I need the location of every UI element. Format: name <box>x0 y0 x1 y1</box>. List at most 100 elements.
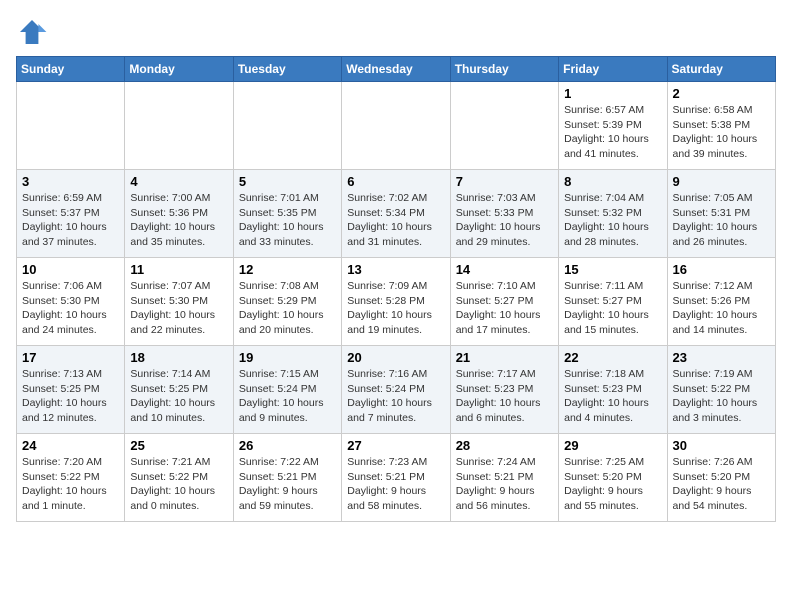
calendar-cell: 16 Sunrise: 7:12 AM Sunset: 5:26 PM Dayli… <box>667 258 775 346</box>
day-info: Sunrise: 7:03 AM Sunset: 5:33 PM Dayligh… <box>456 191 553 250</box>
week-row-5: 24Sunrise: 7:20 AM Sunset: 5:22 PM Dayli… <box>17 434 776 522</box>
day-info: Sunrise: 7:23 AM Sunset: 5:21 PM Dayligh… <box>347 455 444 514</box>
day-number: 24 <box>22 438 119 453</box>
calendar-cell: 24Sunrise: 7:20 AM Sunset: 5:22 PM Dayli… <box>17 434 125 522</box>
day-number: 13 <box>347 262 444 277</box>
day-number: 20 <box>347 350 444 365</box>
calendar-cell: 12 Sunrise: 7:08 AM Sunset: 5:29 PM Dayli… <box>233 258 341 346</box>
day-info: Sunrise: 7:02 AM Sunset: 5:34 PM Dayligh… <box>347 191 444 250</box>
day-number: 30 <box>673 438 770 453</box>
day-header-friday: Friday <box>559 57 667 82</box>
day-info: Sunrise: 7:15 AM Sunset: 5:24 PM Dayligh… <box>239 367 336 426</box>
calendar-cell: 8 Sunrise: 7:04 AM Sunset: 5:32 PM Daylig… <box>559 170 667 258</box>
day-number: 23 <box>673 350 770 365</box>
calendar-cell: 9 Sunrise: 7:05 AM Sunset: 5:31 PM Daylig… <box>667 170 775 258</box>
calendar-cell: 5 Sunrise: 7:01 AM Sunset: 5:35 PM Daylig… <box>233 170 341 258</box>
calendar-cell: 6 Sunrise: 7:02 AM Sunset: 5:34 PM Daylig… <box>342 170 450 258</box>
calendar-cell: 19 Sunrise: 7:15 AM Sunset: 5:24 PM Dayli… <box>233 346 341 434</box>
day-info: Sunrise: 7:16 AM Sunset: 5:24 PM Dayligh… <box>347 367 444 426</box>
day-info: Sunrise: 7:09 AM Sunset: 5:28 PM Dayligh… <box>347 279 444 338</box>
day-info: Sunrise: 7:06 AM Sunset: 5:30 PM Dayligh… <box>22 279 119 338</box>
calendar-cell <box>450 82 558 170</box>
day-number: 1 <box>564 86 661 101</box>
day-number: 9 <box>673 174 770 189</box>
day-header-tuesday: Tuesday <box>233 57 341 82</box>
day-number: 8 <box>564 174 661 189</box>
day-info: Sunrise: 7:26 AM Sunset: 5:20 PM Dayligh… <box>673 455 770 514</box>
day-number: 26 <box>239 438 336 453</box>
day-info: Sunrise: 7:04 AM Sunset: 5:32 PM Dayligh… <box>564 191 661 250</box>
calendar-cell: 26 Sunrise: 7:22 AM Sunset: 5:21 PM Dayli… <box>233 434 341 522</box>
calendar-cell: 4 Sunrise: 7:00 AM Sunset: 5:36 PM Daylig… <box>125 170 233 258</box>
day-number: 10 <box>22 262 119 277</box>
calendar-cell: 13 Sunrise: 7:09 AM Sunset: 5:28 PM Dayli… <box>342 258 450 346</box>
day-number: 4 <box>130 174 227 189</box>
day-info: Sunrise: 7:11 AM Sunset: 5:27 PM Dayligh… <box>564 279 661 338</box>
day-number: 16 <box>673 262 770 277</box>
calendar-cell: 15 Sunrise: 7:11 AM Sunset: 5:27 PM Dayli… <box>559 258 667 346</box>
calendar-cell: 22 Sunrise: 7:18 AM Sunset: 5:23 PM Dayli… <box>559 346 667 434</box>
calendar-cell: 1 Sunrise: 6:57 AM Sunset: 5:39 PM Daylig… <box>559 82 667 170</box>
day-header-sunday: Sunday <box>17 57 125 82</box>
day-info: Sunrise: 7:14 AM Sunset: 5:25 PM Dayligh… <box>130 367 227 426</box>
day-header-wednesday: Wednesday <box>342 57 450 82</box>
calendar-cell: 11 Sunrise: 7:07 AM Sunset: 5:30 PM Dayli… <box>125 258 233 346</box>
day-info: Sunrise: 7:05 AM Sunset: 5:31 PM Dayligh… <box>673 191 770 250</box>
day-number: 25 <box>130 438 227 453</box>
calendar-cell: 25Sunrise: 7:21 AM Sunset: 5:22 PM Dayli… <box>125 434 233 522</box>
day-info: Sunrise: 7:19 AM Sunset: 5:22 PM Dayligh… <box>673 367 770 426</box>
logo-icon <box>16 16 48 48</box>
day-number: 15 <box>564 262 661 277</box>
day-number: 21 <box>456 350 553 365</box>
calendar-header-row: SundayMondayTuesdayWednesdayThursdayFrid… <box>17 57 776 82</box>
calendar-cell: 14 Sunrise: 7:10 AM Sunset: 5:27 PM Dayli… <box>450 258 558 346</box>
day-number: 18 <box>130 350 227 365</box>
day-number: 7 <box>456 174 553 189</box>
day-number: 19 <box>239 350 336 365</box>
calendar-cell: 27 Sunrise: 7:23 AM Sunset: 5:21 PM Dayli… <box>342 434 450 522</box>
logo <box>16 16 52 48</box>
calendar-cell <box>17 82 125 170</box>
day-header-saturday: Saturday <box>667 57 775 82</box>
day-info: Sunrise: 7:22 AM Sunset: 5:21 PM Dayligh… <box>239 455 336 514</box>
day-number: 5 <box>239 174 336 189</box>
day-number: 2 <box>673 86 770 101</box>
week-row-2: 3 Sunrise: 6:59 AM Sunset: 5:37 PM Daylig… <box>17 170 776 258</box>
calendar-cell: 2Sunrise: 6:58 AM Sunset: 5:38 PM Daylig… <box>667 82 775 170</box>
day-number: 28 <box>456 438 553 453</box>
day-info: Sunrise: 7:24 AM Sunset: 5:21 PM Dayligh… <box>456 455 553 514</box>
day-info: Sunrise: 7:08 AM Sunset: 5:29 PM Dayligh… <box>239 279 336 338</box>
week-row-4: 17 Sunrise: 7:13 AM Sunset: 5:25 PM Dayli… <box>17 346 776 434</box>
day-info: Sunrise: 7:07 AM Sunset: 5:30 PM Dayligh… <box>130 279 227 338</box>
day-info: Sunrise: 7:25 AM Sunset: 5:20 PM Dayligh… <box>564 455 661 514</box>
day-header-thursday: Thursday <box>450 57 558 82</box>
day-info: Sunrise: 7:13 AM Sunset: 5:25 PM Dayligh… <box>22 367 119 426</box>
day-number: 11 <box>130 262 227 277</box>
page-header <box>16 16 776 48</box>
calendar-cell: 28 Sunrise: 7:24 AM Sunset: 5:21 PM Dayli… <box>450 434 558 522</box>
day-header-monday: Monday <box>125 57 233 82</box>
day-info: Sunrise: 7:10 AM Sunset: 5:27 PM Dayligh… <box>456 279 553 338</box>
calendar-cell: 20 Sunrise: 7:16 AM Sunset: 5:24 PM Dayli… <box>342 346 450 434</box>
calendar: SundayMondayTuesdayWednesdayThursdayFrid… <box>16 56 776 522</box>
day-number: 3 <box>22 174 119 189</box>
day-number: 29 <box>564 438 661 453</box>
day-number: 14 <box>456 262 553 277</box>
day-info: Sunrise: 7:01 AM Sunset: 5:35 PM Dayligh… <box>239 191 336 250</box>
day-number: 17 <box>22 350 119 365</box>
day-info: Sunrise: 7:00 AM Sunset: 5:36 PM Dayligh… <box>130 191 227 250</box>
day-number: 12 <box>239 262 336 277</box>
day-number: 22 <box>564 350 661 365</box>
day-info: Sunrise: 6:57 AM Sunset: 5:39 PM Dayligh… <box>564 103 661 162</box>
calendar-cell: 30 Sunrise: 7:26 AM Sunset: 5:20 PM Dayli… <box>667 434 775 522</box>
day-info: Sunrise: 7:18 AM Sunset: 5:23 PM Dayligh… <box>564 367 661 426</box>
calendar-cell: 3 Sunrise: 6:59 AM Sunset: 5:37 PM Daylig… <box>17 170 125 258</box>
calendar-cell: 7 Sunrise: 7:03 AM Sunset: 5:33 PM Daylig… <box>450 170 558 258</box>
day-info: Sunrise: 7:17 AM Sunset: 5:23 PM Dayligh… <box>456 367 553 426</box>
day-number: 27 <box>347 438 444 453</box>
day-number: 6 <box>347 174 444 189</box>
calendar-cell: 17 Sunrise: 7:13 AM Sunset: 5:25 PM Dayli… <box>17 346 125 434</box>
day-info: Sunrise: 7:12 AM Sunset: 5:26 PM Dayligh… <box>673 279 770 338</box>
calendar-cell: 23 Sunrise: 7:19 AM Sunset: 5:22 PM Dayli… <box>667 346 775 434</box>
day-info: Sunrise: 6:59 AM Sunset: 5:37 PM Dayligh… <box>22 191 119 250</box>
